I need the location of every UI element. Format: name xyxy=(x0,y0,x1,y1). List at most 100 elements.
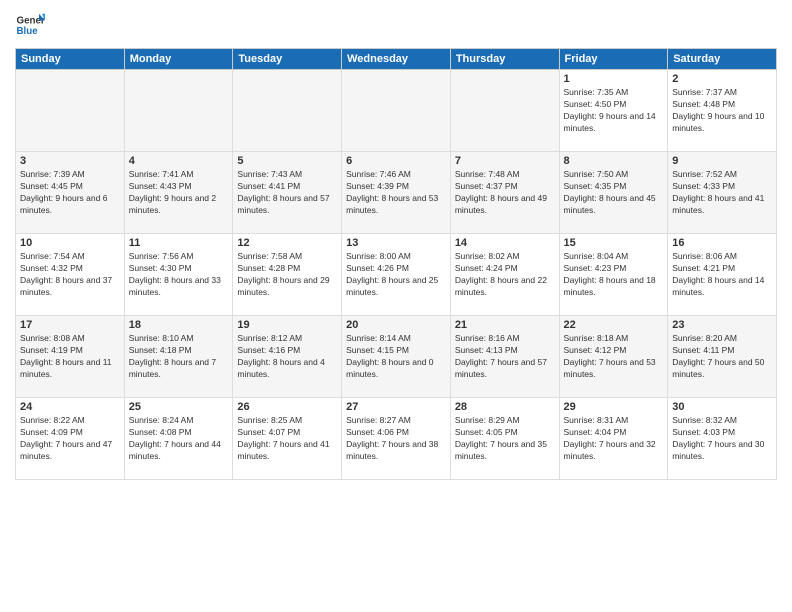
calendar-cell: 20Sunrise: 8:14 AMSunset: 4:15 PMDayligh… xyxy=(342,316,451,398)
logo-icon: General Blue xyxy=(15,10,45,40)
calendar-cell: 24 Sunrise: 8:22 AMSunset: 4:09 PMDayligh… xyxy=(16,398,125,480)
calendar-cell: 15 Sunrise: 8:04 AMSunset: 4:23 PMDayligh… xyxy=(559,234,668,316)
day-info: Sunrise: 8:12 AMSunset: 4:16 PMDaylight:… xyxy=(237,333,337,381)
calendar-week-row: 3 Sunrise: 7:39 AMSunset: 4:45 PMDaylight… xyxy=(16,152,777,234)
day-number: 13 xyxy=(346,237,446,249)
day-number: 8 xyxy=(564,155,664,167)
day-number: 7 xyxy=(455,155,555,167)
day-info: Sunrise: 7:37 AMSunset: 4:48 PMDaylight:… xyxy=(672,87,772,135)
day-info: Sunrise: 8:32 AMSunset: 4:03 PMDaylight:… xyxy=(672,415,772,463)
day-info: Sunrise: 7:41 AMSunset: 4:43 PMDaylight:… xyxy=(129,169,229,217)
day-number: 25 xyxy=(129,401,229,413)
calendar-cell: 13 Sunrise: 8:00 AMSunset: 4:26 PMDayligh… xyxy=(342,234,451,316)
calendar-cell: 10 Sunrise: 7:54 AMSunset: 4:32 PMDayligh… xyxy=(16,234,125,316)
weekday-header-wednesday: Wednesday xyxy=(342,49,451,70)
calendar-cell: 19 Sunrise: 8:12 AMSunset: 4:16 PMDayligh… xyxy=(233,316,342,398)
day-number: 12 xyxy=(237,237,337,249)
day-info: Sunrise: 7:46 AMSunset: 4:39 PMDaylight:… xyxy=(346,169,446,217)
day-info: Sunrise: 7:54 AMSunset: 4:32 PMDaylight:… xyxy=(20,251,120,299)
calendar-cell: 18 Sunrise: 8:10 AMSunset: 4:18 PMDayligh… xyxy=(124,316,233,398)
weekday-header-tuesday: Tuesday xyxy=(233,49,342,70)
calendar-cell: 9Sunrise: 7:52 AMSunset: 4:33 PMDaylight… xyxy=(668,152,777,234)
day-info: Sunrise: 8:04 AMSunset: 4:23 PMDaylight:… xyxy=(564,251,664,299)
day-number: 19 xyxy=(237,319,337,331)
day-info: Sunrise: 7:35 AMSunset: 4:50 PMDaylight:… xyxy=(564,87,664,135)
day-number: 17 xyxy=(20,319,120,331)
day-number: 2 xyxy=(672,73,772,85)
day-info: Sunrise: 8:16 AMSunset: 4:13 PMDaylight:… xyxy=(455,333,555,381)
day-number: 18 xyxy=(129,319,229,331)
svg-text:Blue: Blue xyxy=(17,26,39,37)
day-info: Sunrise: 8:10 AMSunset: 4:18 PMDaylight:… xyxy=(129,333,229,381)
day-number: 14 xyxy=(455,237,555,249)
calendar-cell: 30 Sunrise: 8:32 AMSunset: 4:03 PMDayligh… xyxy=(668,398,777,480)
calendar-cell: 12 Sunrise: 7:58 AMSunset: 4:28 PMDayligh… xyxy=(233,234,342,316)
calendar-cell: 26Sunrise: 8:25 AMSunset: 4:07 PMDayligh… xyxy=(233,398,342,480)
day-info: Sunrise: 7:50 AMSunset: 4:35 PMDaylight:… xyxy=(564,169,664,217)
calendar-cell xyxy=(16,70,125,152)
day-info: Sunrise: 7:56 AMSunset: 4:30 PMDaylight:… xyxy=(129,251,229,299)
calendar-cell: 21 Sunrise: 8:16 AMSunset: 4:13 PMDayligh… xyxy=(450,316,559,398)
calendar-cell: 8 Sunrise: 7:50 AMSunset: 4:35 PMDaylight… xyxy=(559,152,668,234)
day-number: 30 xyxy=(672,401,772,413)
calendar-cell xyxy=(124,70,233,152)
calendar-cell: 2 Sunrise: 7:37 AMSunset: 4:48 PMDaylight… xyxy=(668,70,777,152)
day-info: Sunrise: 8:18 AMSunset: 4:12 PMDaylight:… xyxy=(564,333,664,381)
calendar-week-row: 1 Sunrise: 7:35 AMSunset: 4:50 PMDaylight… xyxy=(16,70,777,152)
day-number: 10 xyxy=(20,237,120,249)
day-number: 4 xyxy=(129,155,229,167)
day-info: Sunrise: 8:00 AMSunset: 4:26 PMDaylight:… xyxy=(346,251,446,299)
day-number: 1 xyxy=(564,73,664,85)
weekday-header-friday: Friday xyxy=(559,49,668,70)
day-info: Sunrise: 8:20 AMSunset: 4:11 PMDaylight:… xyxy=(672,333,772,381)
day-info: Sunrise: 7:39 AMSunset: 4:45 PMDaylight:… xyxy=(20,169,120,217)
day-info: Sunrise: 8:29 AMSunset: 4:05 PMDaylight:… xyxy=(455,415,555,463)
calendar-cell: 25 Sunrise: 8:24 AMSunset: 4:08 PMDayligh… xyxy=(124,398,233,480)
calendar-cell: 1 Sunrise: 7:35 AMSunset: 4:50 PMDaylight… xyxy=(559,70,668,152)
day-number: 15 xyxy=(564,237,664,249)
day-info: Sunrise: 8:31 AMSunset: 4:04 PMDaylight:… xyxy=(564,415,664,463)
day-info: Sunrise: 8:08 AMSunset: 4:19 PMDaylight:… xyxy=(20,333,120,381)
calendar-header-row: SundayMondayTuesdayWednesdayThursdayFrid… xyxy=(16,49,777,70)
day-number: 9 xyxy=(672,155,772,167)
day-number: 23 xyxy=(672,319,772,331)
calendar-cell: 17 Sunrise: 8:08 AMSunset: 4:19 PMDayligh… xyxy=(16,316,125,398)
day-number: 6 xyxy=(346,155,446,167)
day-number: 16 xyxy=(672,237,772,249)
day-info: Sunrise: 8:22 AMSunset: 4:09 PMDaylight:… xyxy=(20,415,120,463)
day-number: 26 xyxy=(237,401,337,413)
day-number: 11 xyxy=(129,237,229,249)
weekday-header-sunday: Sunday xyxy=(16,49,125,70)
day-number: 29 xyxy=(564,401,664,413)
calendar-cell: 22 Sunrise: 8:18 AMSunset: 4:12 PMDayligh… xyxy=(559,316,668,398)
calendar-cell: 5 Sunrise: 7:43 AMSunset: 4:41 PMDaylight… xyxy=(233,152,342,234)
day-number: 28 xyxy=(455,401,555,413)
calendar-table: SundayMondayTuesdayWednesdayThursdayFrid… xyxy=(15,48,777,480)
day-number: 27 xyxy=(346,401,446,413)
calendar-week-row: 17 Sunrise: 8:08 AMSunset: 4:19 PMDayligh… xyxy=(16,316,777,398)
calendar-cell: 29 Sunrise: 8:31 AMSunset: 4:04 PMDayligh… xyxy=(559,398,668,480)
day-number: 21 xyxy=(455,319,555,331)
calendar-cell: 14 Sunrise: 8:02 AMSunset: 4:24 PMDayligh… xyxy=(450,234,559,316)
day-info: Sunrise: 8:02 AMSunset: 4:24 PMDaylight:… xyxy=(455,251,555,299)
day-info: Sunrise: 8:06 AMSunset: 4:21 PMDaylight:… xyxy=(672,251,772,299)
day-number: 22 xyxy=(564,319,664,331)
day-number: 24 xyxy=(20,401,120,413)
day-number: 5 xyxy=(237,155,337,167)
calendar-week-row: 24 Sunrise: 8:22 AMSunset: 4:09 PMDayligh… xyxy=(16,398,777,480)
calendar-cell: 27Sunrise: 8:27 AMSunset: 4:06 PMDayligh… xyxy=(342,398,451,480)
day-number: 3 xyxy=(20,155,120,167)
calendar-cell xyxy=(342,70,451,152)
day-info: Sunrise: 7:43 AMSunset: 4:41 PMDaylight:… xyxy=(237,169,337,217)
day-info: Sunrise: 8:24 AMSunset: 4:08 PMDaylight:… xyxy=(129,415,229,463)
calendar-cell xyxy=(233,70,342,152)
calendar-cell: 6 Sunrise: 7:46 AMSunset: 4:39 PMDaylight… xyxy=(342,152,451,234)
calendar-cell xyxy=(450,70,559,152)
calendar-cell: 3 Sunrise: 7:39 AMSunset: 4:45 PMDaylight… xyxy=(16,152,125,234)
day-info: Sunrise: 8:14 AMSunset: 4:15 PMDaylight:… xyxy=(346,333,446,381)
day-info: Sunrise: 7:58 AMSunset: 4:28 PMDaylight:… xyxy=(237,251,337,299)
page-header: General Blue xyxy=(15,10,777,40)
calendar-week-row: 10 Sunrise: 7:54 AMSunset: 4:32 PMDayligh… xyxy=(16,234,777,316)
calendar-cell: 11 Sunrise: 7:56 AMSunset: 4:30 PMDayligh… xyxy=(124,234,233,316)
calendar-cell: 16 Sunrise: 8:06 AMSunset: 4:21 PMDayligh… xyxy=(668,234,777,316)
